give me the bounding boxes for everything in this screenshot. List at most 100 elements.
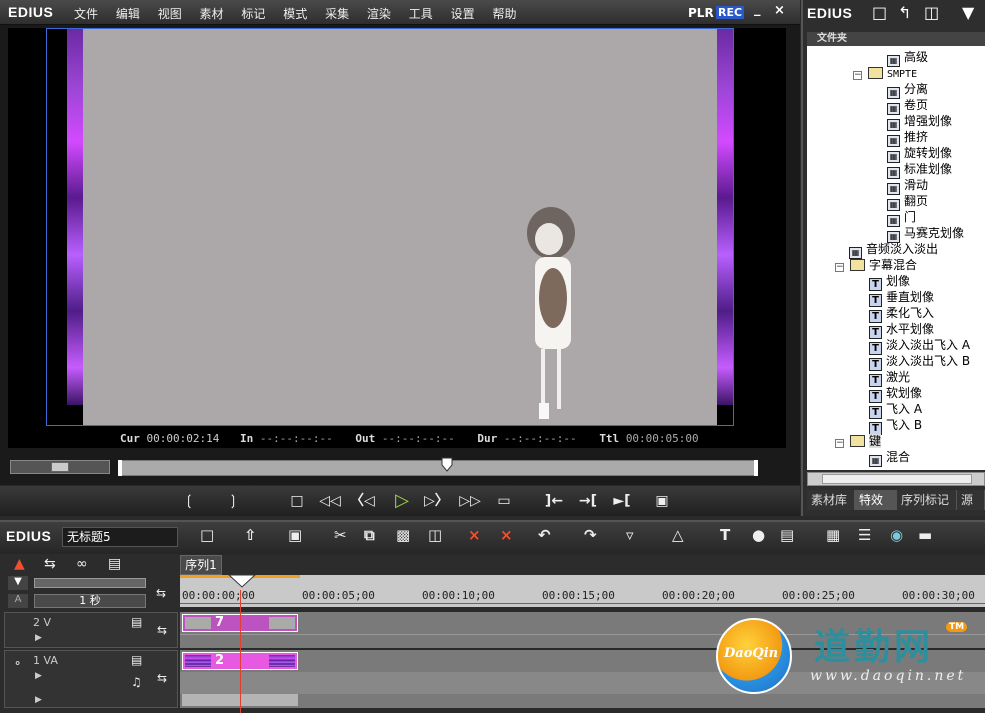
razor-icon[interactable]: ▿ <box>626 526 634 544</box>
tab-sequence1[interactable]: 序列1 <box>180 555 222 575</box>
title-icon[interactable]: T <box>720 526 730 544</box>
collapse-icon[interactable]: − <box>835 263 844 272</box>
collapse-icon[interactable]: − <box>835 439 844 448</box>
tree-item[interactable]: T 淡入淡出飞入 B <box>869 353 970 371</box>
menu-tools[interactable]: 工具 <box>409 5 433 22</box>
grid-icon[interactable]: ▦ <box>826 526 840 544</box>
project-name-field[interactable]: 无标题5 <box>62 527 178 547</box>
tree-item[interactable]: T 激光 <box>869 369 910 387</box>
track-lock-icon[interactable]: ⚬ <box>13 657 22 670</box>
tree-item[interactable]: T 水平划像 <box>869 321 934 339</box>
menu-mode[interactable]: 模式 <box>283 5 307 22</box>
tab-bin[interactable]: 素材库 <box>807 490 855 510</box>
tree-item[interactable]: T 淡入淡出飞入 A <box>869 337 970 355</box>
minimize-button[interactable]: _ <box>754 2 761 17</box>
position-bar[interactable] <box>118 460 758 476</box>
mixer-icon[interactable]: ☰ <box>858 526 871 544</box>
speaker-icon[interactable]: ♫ <box>131 675 142 689</box>
horizontal-scrollbar[interactable] <box>807 472 985 486</box>
delete-icon[interactable]: × <box>468 526 481 544</box>
menu-marker[interactable]: 标记 <box>241 5 265 22</box>
apply-effect-icon[interactable]: ▼ <box>962 3 974 22</box>
menu-render[interactable]: 渲染 <box>367 5 391 22</box>
rewind-icon[interactable]: ◁◁ <box>316 490 344 512</box>
rec-indicator[interactable]: REC <box>716 6 745 19</box>
transition-icon[interactable]: △ <box>672 526 684 544</box>
open-icon[interactable]: ⇧ <box>244 526 257 544</box>
menu-edit[interactable]: 编辑 <box>116 5 140 22</box>
tree-item[interactable]: ▦ 卷页 <box>887 97 928 115</box>
timeline-ruler[interactable]: 00:00:00;00 00:00:05;00 00:00:10;00 00:0… <box>180 575 985 607</box>
menu-help[interactable]: 帮助 <box>492 5 516 22</box>
tree-item[interactable]: T 飞入 B <box>869 417 922 435</box>
replace-icon[interactable]: ◫ <box>428 526 442 544</box>
cut-icon[interactable]: ✂ <box>334 526 347 544</box>
tab-sequence-markers[interactable]: 序列标记 <box>897 490 957 510</box>
expand-icon[interactable]: ▶ <box>35 671 42 681</box>
ripple-delete-icon[interactable]: × <box>500 526 513 544</box>
tree-item[interactable]: T 软划像 <box>869 385 922 403</box>
tree-folder-title-mix[interactable]: − 字幕混合 <box>835 257 917 273</box>
tree-item[interactable]: ▦ 滑动 <box>887 177 928 195</box>
microphone-icon[interactable]: ● <box>752 526 765 544</box>
tree-item[interactable]: T 划像 <box>869 273 910 291</box>
redo-icon[interactable]: ↷ <box>584 526 597 544</box>
tree-item[interactable]: ▦ 门 <box>887 209 916 227</box>
next-frame-icon[interactable]: ▷〉 <box>424 490 449 512</box>
zoom-lock-icon[interactable]: ▼ <box>8 576 28 590</box>
tree-item[interactable]: ▦ 增强划像 <box>887 113 952 131</box>
new-sequence-icon[interactable]: □ <box>200 526 214 544</box>
set-in-icon[interactable]: ❲ <box>178 490 200 512</box>
plr-indicator[interactable]: PLR <box>688 6 714 20</box>
track-sync-icon[interactable]: ⇆ <box>157 623 167 637</box>
tree-item[interactable]: ▦ 推挤 <box>887 129 928 147</box>
track-sync-icon[interactable]: ⇆ <box>44 556 56 572</box>
menu-file[interactable]: 文件 <box>74 5 98 22</box>
shuttle-slider[interactable] <box>10 460 110 474</box>
undo-icon[interactable]: ↶ <box>538 526 551 544</box>
tree-item[interactable]: ▦ 翻页 <box>887 193 928 211</box>
link-icon[interactable]: ∞ <box>76 556 88 572</box>
insert-icon[interactable]: ►[ <box>608 490 636 512</box>
video-toggle-icon[interactable]: ▤ <box>131 615 142 629</box>
set-out-icon[interactable]: ❳ <box>222 490 244 512</box>
tree-item[interactable]: ▦ 马赛克划像 <box>887 225 964 243</box>
track-sync-icon[interactable]: ⇆ <box>157 671 167 685</box>
tree-item[interactable]: ▦ 标准划像 <box>887 161 952 179</box>
copy-icon[interactable]: ⧉ <box>364 526 375 544</box>
layout-icon[interactable]: ◫ <box>924 3 939 22</box>
save-icon[interactable]: ▣ <box>288 526 302 544</box>
menu-capture[interactable]: 采集 <box>325 5 349 22</box>
color-wheel-icon[interactable]: ◉ <box>890 526 903 544</box>
play-icon[interactable]: ▷ <box>390 490 414 512</box>
tree-folder-key[interactable]: − 键 <box>835 433 882 449</box>
audio-toggle[interactable]: A <box>8 594 28 608</box>
video-toggle-icon[interactable]: ▤ <box>131 653 142 667</box>
expand-icon[interactable]: ▶ <box>35 633 42 643</box>
tab-effects[interactable]: 特效 <box>855 490 897 510</box>
window-icon[interactable]: ▬ <box>918 526 932 544</box>
playhead-marker-icon[interactable] <box>441 457 453 475</box>
tree-item[interactable]: ▦ 旋转划像 <box>887 145 952 163</box>
snap-icon[interactable]: ▤ <box>108 556 121 572</box>
stop-icon[interactable]: □ <box>286 490 308 512</box>
shuttle-handle[interactable] <box>51 462 69 472</box>
tree-item[interactable]: T 垂直划像 <box>869 289 934 307</box>
tree-item-audio-fade[interactable]: ▦ 音频淡入淡出 <box>849 241 938 259</box>
prev-frame-icon[interactable]: 〈◁ <box>350 490 375 512</box>
scroll-thumb[interactable] <box>822 474 972 484</box>
add-track-icon[interactable]: ▲ <box>14 556 25 572</box>
up-folder-icon[interactable]: ↰ <box>898 3 911 22</box>
expand-icon[interactable]: ▶ <box>35 695 42 705</box>
menu-clip[interactable]: 素材 <box>200 5 224 22</box>
menu-settings[interactable]: 设置 <box>451 5 475 22</box>
tree-folder-smpte[interactable]: − SMPTE <box>853 65 917 81</box>
time-scale-select[interactable]: 1 秒 <box>34 594 146 608</box>
paste-icon[interactable]: ▩ <box>396 526 410 544</box>
tree-item[interactable]: ▦ 混合 <box>869 449 910 467</box>
fast-forward-icon[interactable]: ▷▷ <box>456 490 484 512</box>
output-icon[interactable]: ▤ <box>780 526 794 544</box>
tab-source[interactable]: 源文 <box>957 490 985 510</box>
tree-item[interactable]: T 飞入 A <box>869 401 922 419</box>
close-button[interactable]: × <box>774 3 785 18</box>
